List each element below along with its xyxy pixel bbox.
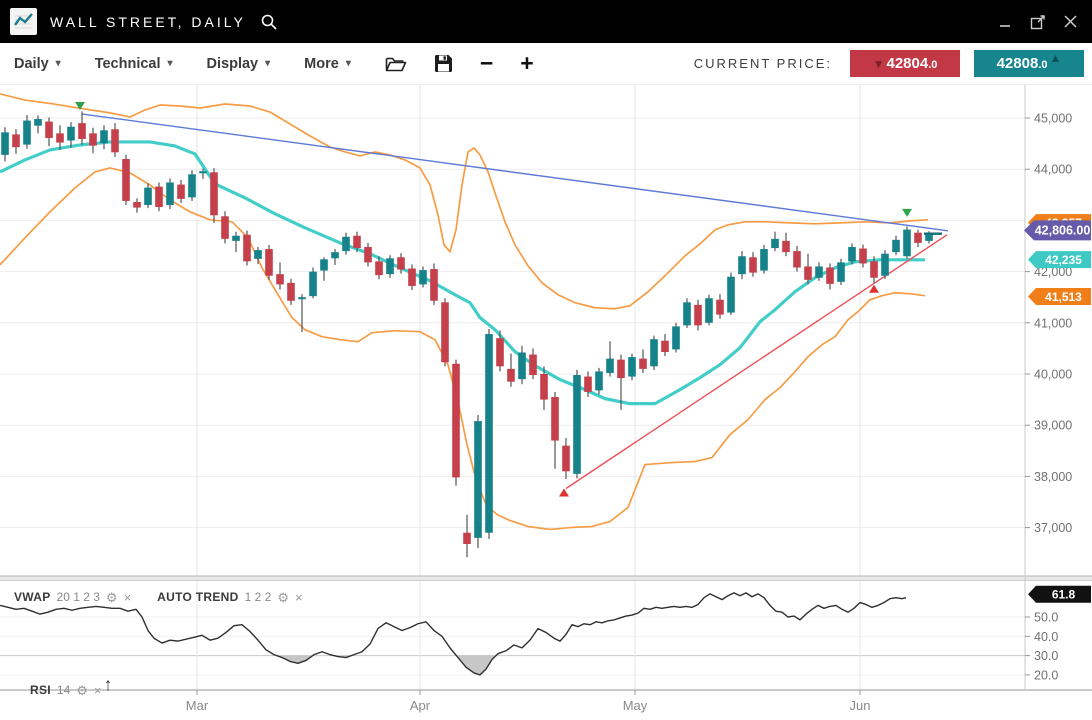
signal-up-triangle xyxy=(559,488,569,496)
toolbar-icons: − + xyxy=(385,52,534,75)
indicator-labels-row: VWAP 20 1 2 3 ⚙ × AUTO TREND 1 2 2 ⚙ × xyxy=(14,590,303,604)
month-label-mar: Mar xyxy=(186,698,209,713)
upper-band-line xyxy=(0,94,928,309)
toolbar: Daily▾Technical▾Display▾More▾ − + CUR xyxy=(0,43,1092,85)
rsi-indicator-param: 14 xyxy=(57,683,70,697)
chart-window: WALL STREET, DAILY xyxy=(0,0,1092,720)
window-controls xyxy=(996,12,1080,32)
rsi-value-badge-text: 61.8 xyxy=(1052,588,1076,602)
toolbar-menus: Daily▾ Technical▾ Display▾ More▾ xyxy=(14,56,351,72)
price-badge-4280600-text: 42,806.00 xyxy=(1035,224,1091,238)
sell-price-button[interactable]: ▼ 42804.0 xyxy=(850,50,960,77)
month-label-may: May xyxy=(623,698,648,713)
vwap-indicator-label: VWAP xyxy=(14,590,51,604)
menu-display[interactable]: Display▾ xyxy=(207,56,271,72)
rsi-axis-label: 30.0 xyxy=(1034,649,1058,663)
vwap-settings-gear-icon[interactable]: ⚙ xyxy=(106,591,118,604)
price-down-arrow-icon: ▼ xyxy=(873,58,885,70)
menu-technical[interactable]: Technical▾ xyxy=(95,56,173,72)
autotrend-remove-icon[interactable]: × xyxy=(295,591,303,604)
current-price-label: CURRENT PRICE: xyxy=(694,56,832,71)
price-axis-label: 44,000 xyxy=(1034,163,1072,177)
search-icon[interactable] xyxy=(260,13,278,31)
menu-more[interactable]: More▾ xyxy=(304,56,351,72)
buy-price-button[interactable]: 42808.0 ▲ xyxy=(974,50,1084,77)
open-folder-icon[interactable] xyxy=(385,55,407,73)
chart-app-icon xyxy=(10,8,37,35)
cursor-arrow-icon: ↑ xyxy=(104,676,112,697)
zoom-out-button[interactable]: − xyxy=(480,52,493,75)
rsi-label-row: RSI 14 ⚙ × xyxy=(30,683,102,697)
signal-down-triangle xyxy=(902,209,912,217)
price-axis-label: 45,000 xyxy=(1034,112,1072,126)
close-button[interactable] xyxy=(1060,12,1080,32)
month-label-apr: Apr xyxy=(410,698,431,713)
vwap-indicator-params: 20 1 2 3 xyxy=(57,590,100,604)
chart-area[interactable]: MarAprMayJun45,00044,00042,00041,00040,0… xyxy=(0,85,1092,720)
sell-price-value: 42804 xyxy=(886,55,928,72)
zoom-in-button[interactable]: + xyxy=(520,52,533,75)
rsi-oversold-shade xyxy=(456,656,496,675)
rsi-axis-label: 40.0 xyxy=(1034,630,1058,644)
vwap-remove-icon[interactable]: × xyxy=(124,591,132,604)
price-axis-label: 41,000 xyxy=(1034,316,1072,330)
autotrend-settings-gear-icon[interactable]: ⚙ xyxy=(277,591,289,604)
rsi-indicator-label: RSI xyxy=(30,683,51,697)
price-badge-42235-text: 42,235 xyxy=(1045,253,1082,267)
titlebar: WALL STREET, DAILY xyxy=(0,0,1092,43)
price-axis-label: 38,000 xyxy=(1034,470,1072,484)
price-axis-label: 40,000 xyxy=(1034,368,1072,382)
rsi-axis-label: 20.0 xyxy=(1034,668,1058,682)
autotrend-indicator-params: 1 2 2 xyxy=(245,590,272,604)
buy-price-value: 42808 xyxy=(997,55,1039,72)
menu-daily[interactable]: Daily▾ xyxy=(14,56,61,72)
window-title: WALL STREET, DAILY xyxy=(50,14,246,30)
price-axis-label: 39,000 xyxy=(1034,419,1072,433)
autotrend-indicator-label: AUTO TREND xyxy=(157,590,238,604)
rsi-line xyxy=(0,593,906,675)
pane-divider xyxy=(0,576,1092,581)
month-label-jun: Jun xyxy=(850,698,871,713)
save-icon[interactable] xyxy=(434,54,453,73)
rsi-axis-label: 50.0 xyxy=(1034,611,1058,625)
rsi-settings-gear-icon[interactable]: ⚙ xyxy=(76,684,88,697)
rsi-remove-icon[interactable]: × xyxy=(94,684,102,697)
price-axis-label: 37,000 xyxy=(1034,521,1072,535)
price-badge-41513-text: 41,513 xyxy=(1045,290,1082,304)
candles-layer xyxy=(1,111,933,557)
popout-button[interactable] xyxy=(1028,12,1048,32)
price-chart-svg[interactable]: MarAprMayJun45,00044,00042,00041,00040,0… xyxy=(0,85,1092,720)
current-price-cluster: CURRENT PRICE: ▼ 42804.0 42808.0 ▲ xyxy=(694,50,1084,77)
minimize-button[interactable] xyxy=(996,12,1016,32)
price-up-arrow-icon: ▲ xyxy=(1050,52,1062,64)
